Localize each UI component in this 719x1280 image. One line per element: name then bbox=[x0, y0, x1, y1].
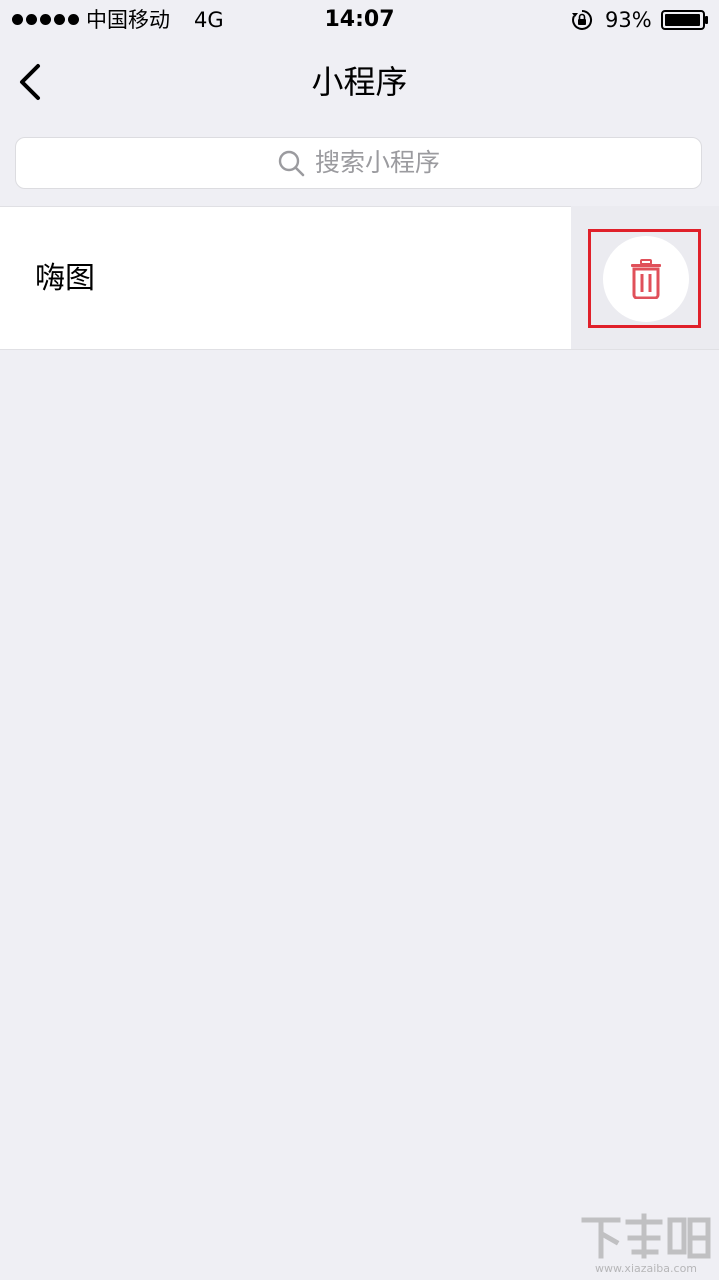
watermark-logo bbox=[581, 1213, 711, 1259]
watermark-url: www.xiazaiba.com bbox=[594, 1262, 698, 1275]
battery-icon bbox=[661, 10, 708, 30]
nav-bar: 小程序 bbox=[0, 40, 719, 128]
search-inner: 搜索小程序 bbox=[16, 138, 701, 188]
page-title: 小程序 bbox=[311, 63, 408, 101]
battery-percent: 93% bbox=[605, 8, 652, 32]
search-icon bbox=[278, 150, 305, 177]
highlight-annotation bbox=[588, 229, 701, 328]
search-placeholder: 搜索小程序 bbox=[314, 148, 440, 177]
list-item-label: 嗨图 bbox=[35, 261, 95, 296]
watermark: www.xiazaiba.com bbox=[578, 1212, 714, 1276]
orientation-lock-icon bbox=[572, 9, 593, 30]
search-input[interactable]: 搜索小程序 bbox=[15, 137, 702, 189]
status-bar: 中国移动 4G 14:07 93% bbox=[0, 0, 719, 40]
list-item-content[interactable]: 嗨图 bbox=[0, 206, 571, 349]
